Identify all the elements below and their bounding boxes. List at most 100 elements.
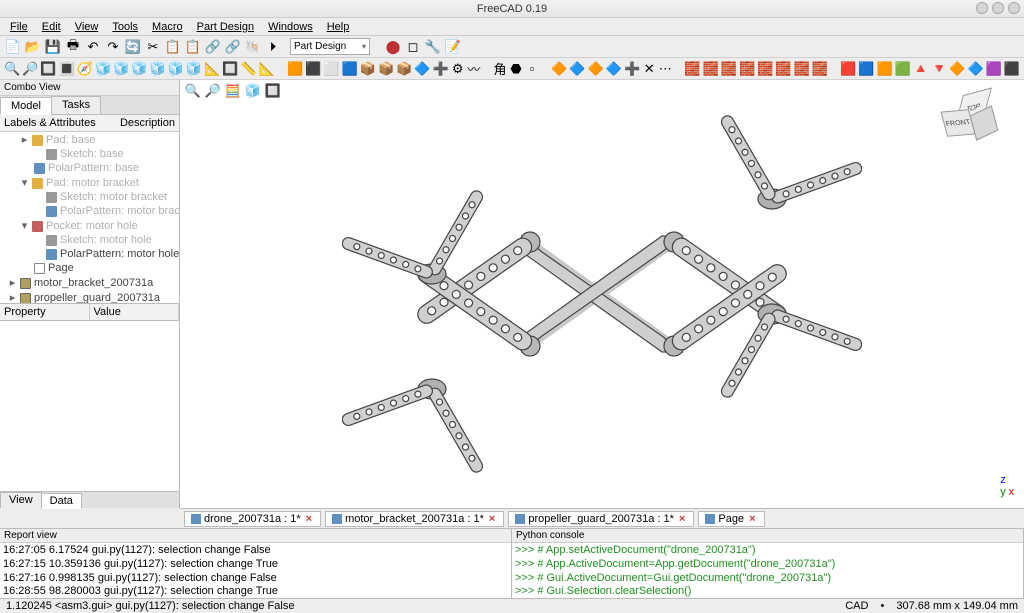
toolbar-icon[interactable]: ⚙ [451,60,465,78]
toolbar-icon[interactable]: 🧱 [775,60,791,78]
tree-item[interactable]: Sketch: motor bracket [0,190,179,204]
toolbar-icon[interactable]: 🧊 [113,60,129,78]
toolbar-icon[interactable]: 📋 [184,38,202,56]
tree-item[interactable]: ▾Pad: motor bracket [0,175,179,190]
toolbar-icon[interactable]: 🖶 [64,38,82,56]
toolbar-icon[interactable]: 🧊 [95,60,111,78]
toolbar-icon[interactable]: 🧱 [794,60,810,78]
toolbar-icon[interactable]: 🧱 [703,60,719,78]
toolbar-icon[interactable]: 📦 [378,60,394,78]
maximize-button[interactable] [992,2,1004,14]
tab-model[interactable]: Model [0,97,52,115]
toolbar-icon[interactable]: 🟧 [287,60,303,78]
toolbar-icon[interactable]: 🔲 [264,82,282,100]
toolbar-icon[interactable]: 🔶 [588,60,604,78]
toolbar-icon[interactable]: 🔍 [4,60,20,78]
toolbar-icon[interactable]: 〰 [467,60,481,78]
toolbar-icon[interactable]: 🔷 [414,60,430,78]
toolbar-icon[interactable]: ⬛ [1004,60,1020,78]
menu-edit[interactable]: Edit [36,20,67,34]
pycon-body[interactable]: >>> # App.setActiveDocument("drone_20073… [512,543,1023,598]
document-tab[interactable]: drone_200731a : 1*× [184,511,321,527]
menu-help[interactable]: Help [321,20,356,34]
tree-item[interactable]: Sketch: motor hole [0,233,179,247]
toolbar-icon[interactable]: 🟪 [986,60,1002,78]
toolbar-icon[interactable]: 🟧 [877,60,893,78]
toolbar-icon[interactable]: 🔳 [59,60,75,78]
tree-item[interactable]: ▸motor_bracket_200731a [0,275,179,290]
property-body[interactable] [0,321,179,492]
toolbar-icon[interactable]: ↷ [104,38,122,56]
toolbar-icon[interactable]: 🔻 [931,60,947,78]
document-tab[interactable]: Page× [698,511,764,527]
toolbar-icon[interactable]: 🟩 [895,60,911,78]
nav-style[interactable]: CAD [845,600,868,612]
toolbar-icon[interactable]: 🔷 [606,60,622,78]
toolbar-icon[interactable]: 🧱 [812,60,828,78]
minimize-button[interactable] [976,2,988,14]
toolbar-icon[interactable]: 🔷 [569,60,585,78]
menu-partdesign[interactable]: Part Design [191,20,260,34]
menu-tools[interactable]: Tools [106,20,144,34]
tree-item[interactable]: PolarPattern: base [0,161,179,175]
toolbar-icon[interactable]: 🔶 [551,60,567,78]
toolbar-icon[interactable]: 🧊 [131,60,147,78]
toolbar-icon[interactable]: 🟦 [858,60,874,78]
toolbar-icon[interactable]: ⬛ [305,60,321,78]
close-tab-icon[interactable]: × [304,513,314,525]
toolbar-icon[interactable]: ⬣ [509,60,523,78]
toolbar-icon[interactable]: ▫ [525,60,539,78]
workbench-selector[interactable]: Part Design [290,38,370,55]
toolbar-icon[interactable]: 📝 [444,38,462,56]
toolbar-icon[interactable]: 🧊 [244,82,262,100]
toolbar-icon[interactable]: 🧊 [186,60,202,78]
toolbar-icon[interactable]: 📐 [259,60,275,78]
tree-item[interactable]: ▸Pad: base [0,132,179,147]
toolbar-icon[interactable]: 📂 [24,38,42,56]
toolbar-icon[interactable]: 角 [493,60,507,78]
toolbar-icon[interactable]: 🧱 [757,60,773,78]
toolbar-icon[interactable]: 📏 [240,60,256,78]
tree-item[interactable]: Sketch: base [0,147,179,161]
close-tab-icon[interactable]: × [747,513,757,525]
menu-windows[interactable]: Windows [262,20,319,34]
report-body[interactable]: 16:27:05 6.17524 gui.py(1127): selection… [0,543,511,598]
tree-item[interactable]: PolarPattern: motor hole [0,247,179,261]
toolbar-icon[interactable]: 🔍 [184,82,202,100]
toolbar-icon[interactable]: 🧊 [150,60,166,78]
toolbar-icon[interactable]: 🔺 [913,60,929,78]
tab-view[interactable]: View [0,492,42,508]
toolbar-icon[interactable]: 📄 [4,38,22,56]
tree-item[interactable]: Page [0,261,179,275]
toolbar-icon[interactable]: 🔄 [124,38,142,56]
close-tab-icon[interactable]: × [677,513,687,525]
toolbar-icon[interactable]: 📦 [360,60,376,78]
toolbar-icon[interactable]: ✕ [642,60,656,78]
toolbar-icon[interactable]: 🔧 [424,38,442,56]
toolbar-icon[interactable]: 📋 [164,38,182,56]
navigation-cube[interactable]: TOP FRONT [944,85,1004,145]
toolbar-icon[interactable]: ⋯ [658,60,672,78]
toolbar-icon[interactable]: 🧱 [739,60,755,78]
tab-tasks[interactable]: Tasks [51,96,101,114]
toolbar-icon[interactable]: 🔲 [222,60,238,78]
toolbar-icon[interactable]: ⬤ [384,38,402,56]
toolbar-icon[interactable]: 🔶 [949,60,965,78]
model-tree[interactable]: ▸Pad: baseSketch: basePolarPattern: base… [0,132,179,303]
toolbar-icon[interactable]: 🔷 [967,60,983,78]
tree-item[interactable]: ▾Pocket: motor hole [0,218,179,233]
toolbar-icon[interactable]: ◻ [404,38,422,56]
menu-view[interactable]: View [69,20,105,34]
tree-item[interactable]: PolarPattern: motor bracket [0,204,179,218]
toolbar-icon[interactable]: 🧊 [168,60,184,78]
3d-viewport[interactable]: 🔍🔎🧮🧊🔲 TOP FRONT [180,80,1024,508]
toolbar-icon[interactable]: ➕ [433,60,449,78]
toolbar-icon[interactable]: 📐 [204,60,220,78]
toolbar-icon[interactable]: ↶ [84,38,102,56]
close-button[interactable] [1008,2,1020,14]
tab-data[interactable]: Data [41,493,82,509]
toolbar-icon[interactable]: 📦 [396,60,412,78]
document-tab[interactable]: motor_bracket_200731a : 1*× [325,511,504,527]
toolbar-icon[interactable]: 🔎 [22,60,38,78]
menu-file[interactable]: File [4,20,34,34]
